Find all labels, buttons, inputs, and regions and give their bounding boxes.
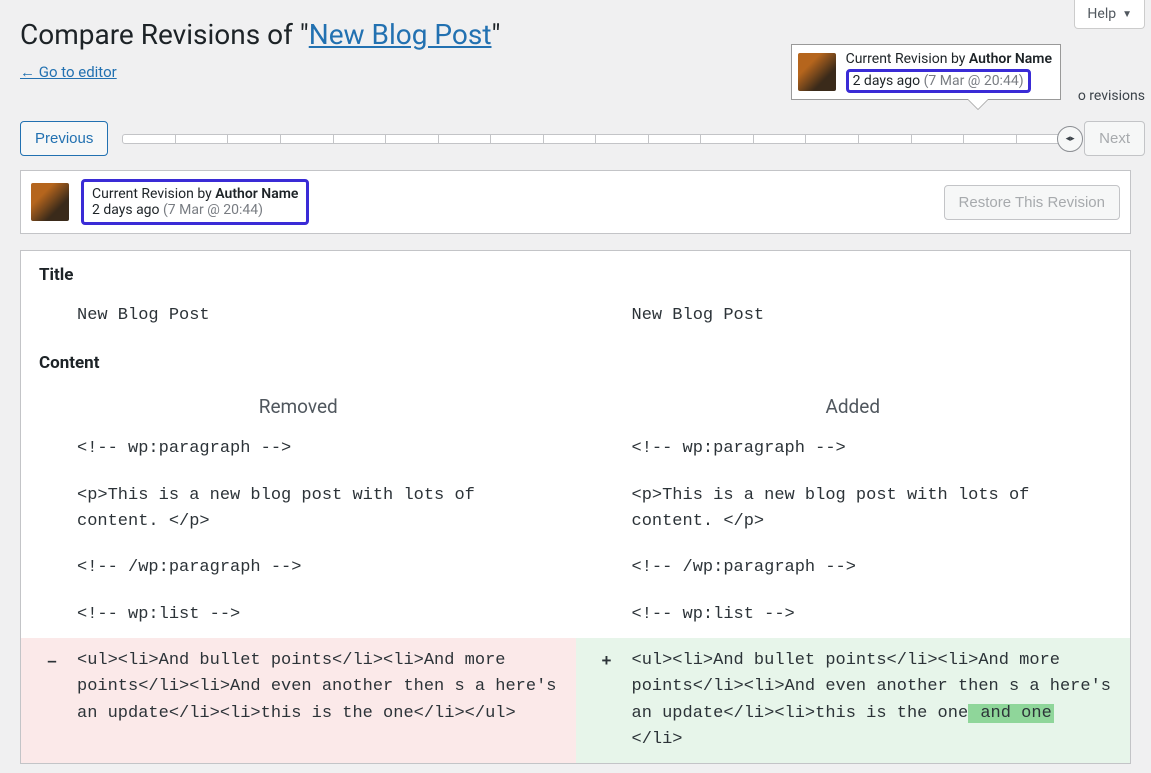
revision-nav: Previous ◂▸ Next [0, 121, 1151, 156]
diff-cell: <!-- /wp:paragraph --> [576, 545, 1131, 591]
diff-cell: <!-- wp:paragraph --> [21, 426, 576, 472]
diff-cell: <p>This is a new blog post with lots of … [576, 473, 1131, 546]
title-left: New Blog Post [21, 293, 576, 339]
restore-button[interactable]: Restore This Revision [944, 185, 1120, 220]
diff-cell: <!-- wp:list --> [21, 592, 576, 638]
minus-marker: – [45, 648, 59, 674]
rev-by-prefix: Current Revision by [92, 186, 215, 202]
help-label: Help [1087, 6, 1116, 22]
diff-cell-added: + <ul><li>And bullet points</li><li>And … [576, 638, 1131, 763]
diff-table: Title New Blog Post New Blog Post Conten… [20, 250, 1131, 764]
tooltip-date: (7 Mar @ 20:44) [924, 73, 1024, 89]
plus-marker: + [600, 648, 614, 674]
diff-cell: <!-- wp:list --> [576, 592, 1131, 638]
help-button[interactable]: Help ▼ [1074, 0, 1145, 29]
revision-info: Current Revision by Author Name 2 days a… [81, 179, 309, 225]
removed-text: <ul><li>And bullet points</li><li>And mo… [77, 651, 556, 723]
added-header: Added [576, 381, 1131, 426]
avatar [31, 183, 69, 221]
tooltip-by-prefix: Current Revision by [846, 51, 969, 67]
avatar [798, 53, 836, 91]
diff-header: Removed Added [21, 381, 1130, 426]
rev-time: 2 days ago [92, 202, 163, 218]
tooltip-meta: Current Revision by Author Name 2 days a… [846, 51, 1052, 93]
diff-cell: <p>This is a new blog post with lots of … [21, 473, 576, 546]
added-text-post: </li> [632, 730, 683, 749]
removed-header: Removed [21, 381, 576, 426]
previous-button[interactable]: Previous [20, 121, 108, 156]
revision-slider[interactable]: ◂▸ [118, 134, 1074, 144]
compare-two-label: o revisions [1078, 88, 1145, 104]
rev-date: (7 Mar @ 20:44) [163, 202, 263, 218]
section-title-content: Content [21, 339, 1130, 381]
added-text-highlight: and one [968, 704, 1054, 723]
chevron-down-icon: ▼ [1122, 9, 1132, 20]
diff-cell-removed: – <ul><li>And bullet points</li><li>And … [21, 638, 576, 763]
next-button[interactable]: Next [1084, 121, 1145, 156]
tooltip-author: Author Name [969, 51, 1052, 67]
section-title-title: Title [21, 251, 1130, 293]
title-right: New Blog Post [576, 293, 1131, 339]
diff-cell: <!-- wp:paragraph --> [576, 426, 1131, 472]
title-suffix: " [492, 18, 501, 51]
diff-cell: <!-- /wp:paragraph --> [21, 545, 576, 591]
go-to-editor-link[interactable]: ← Go to editor [20, 63, 117, 81]
post-title-link[interactable]: New Blog Post [309, 18, 492, 51]
tooltip-time: 2 days ago [853, 73, 924, 89]
revision-tooltip: Current Revision by Author Name 2 days a… [791, 44, 1061, 100]
revision-meta-row: Current Revision by Author Name 2 days a… [20, 170, 1131, 234]
rev-author: Author Name [215, 186, 298, 202]
title-prefix: Compare Revisions of " [20, 18, 309, 51]
slider-handle[interactable]: ◂▸ [1057, 126, 1083, 152]
